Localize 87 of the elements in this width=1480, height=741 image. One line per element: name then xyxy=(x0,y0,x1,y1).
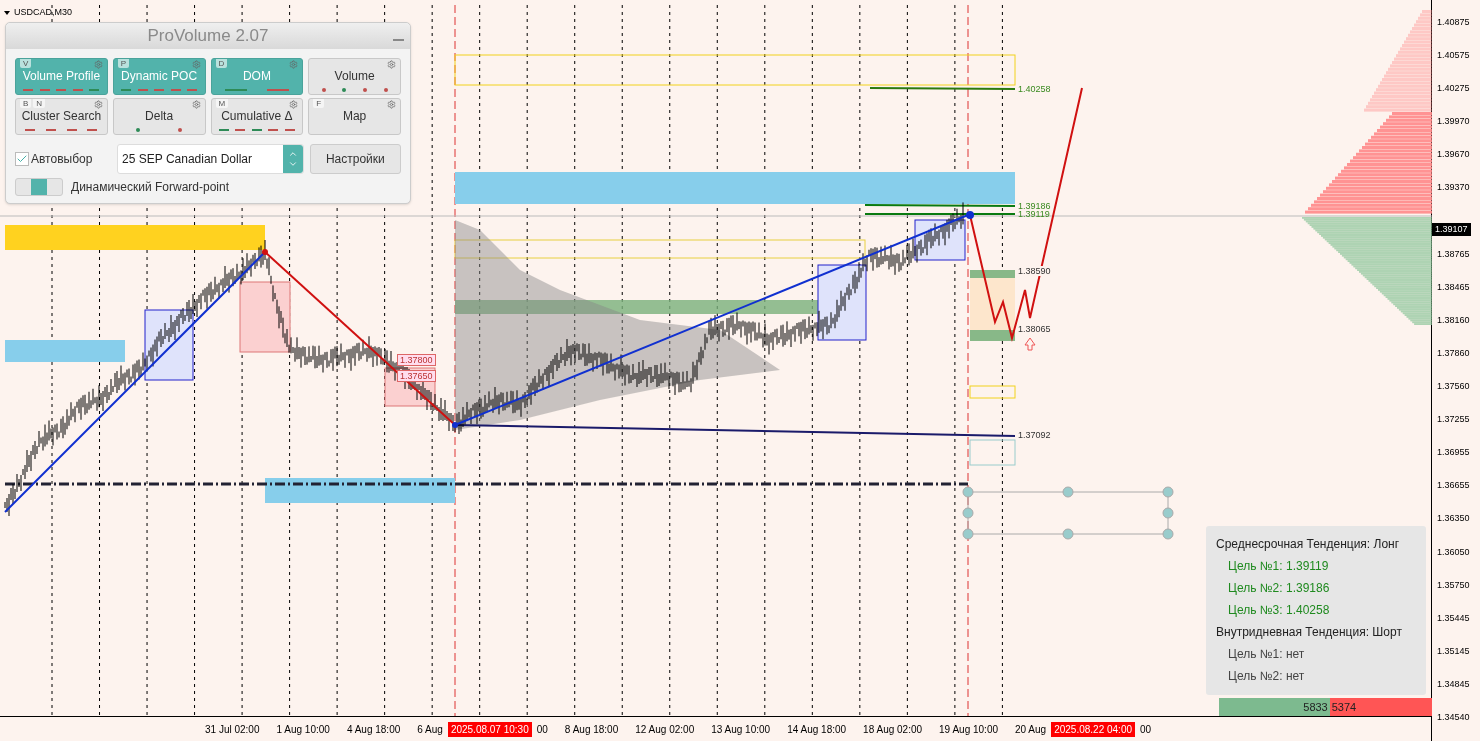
price-tick-label: 1.37560 xyxy=(1436,380,1471,394)
settings-icon xyxy=(289,100,299,109)
price-tick-label: 1.39370 xyxy=(1436,181,1471,195)
price-tick-label: 1.38160 xyxy=(1436,313,1471,327)
price-tick-label: 1.36955 xyxy=(1436,446,1471,460)
price-level-label: 1.40258 xyxy=(1018,84,1051,94)
indicator-toggle-button[interactable]: Volume xyxy=(308,58,401,95)
time-label: 8 Aug 18:00 xyxy=(564,722,619,737)
price-tick-label: 1.40875 xyxy=(1436,16,1471,29)
time-label: 14 Aug 18:00 xyxy=(787,722,847,737)
price-tick-label: 1.35750 xyxy=(1436,578,1471,592)
target-line: Цель №1: нет xyxy=(1227,646,1306,663)
price-tick-label: 1.37255 xyxy=(1436,413,1471,427)
settings-icon xyxy=(93,60,103,69)
price-tick-label: 1.40575 xyxy=(1436,49,1471,63)
settings-icon xyxy=(93,100,103,109)
target-line: Цель №1: 1.39119 xyxy=(1227,558,1330,575)
price-tick-label: 1.36350 xyxy=(1436,512,1471,526)
price-level-label: 1.37650 xyxy=(397,370,436,382)
settings-icon xyxy=(289,60,299,69)
hotkey-tag: N xyxy=(33,99,46,108)
time-label: 00 xyxy=(1140,722,1152,737)
trend-heading: Внутридневная Тенденция: Шорт xyxy=(1216,624,1403,641)
indicator-toggle-button[interactable]: M Cumulative Δ xyxy=(210,98,304,135)
time-label: 4 Aug 18:00 xyxy=(346,722,401,737)
price-tick-label: 1.35445 xyxy=(1436,611,1471,625)
settings-icon xyxy=(191,60,201,69)
target-line: Цель №2: 1.39186 xyxy=(1227,580,1331,597)
dropdown-arrow-icon xyxy=(4,10,10,15)
settings-icon xyxy=(387,100,396,109)
checkbox-label: Автовыбор xyxy=(31,151,93,168)
toggle-label: Динамический Forward-point xyxy=(71,179,230,196)
hotkey-tag: P xyxy=(117,59,130,68)
time-label: 6 Aug xyxy=(417,722,443,737)
symbol-label: USDCAD,M30 xyxy=(14,6,72,19)
target-line: Цель №3: 1.40258 xyxy=(1227,602,1331,619)
indicator-toggle-button[interactable]: D DOM xyxy=(210,58,304,95)
spinner-icon[interactable] xyxy=(282,145,303,173)
price-tick-label: 1.39970 xyxy=(1436,115,1471,129)
panel-title: ProVolume 2.07 xyxy=(147,25,269,48)
settings-icon xyxy=(191,100,201,109)
hotkey-tag: M xyxy=(215,99,229,108)
hotkey-tag: V xyxy=(20,59,32,68)
indicator-toggle-button[interactable]: B N Cluster Search xyxy=(15,98,108,135)
price-level-label: 1.38065 xyxy=(1018,324,1051,334)
price-tick-label: 1.38765 xyxy=(1436,247,1471,261)
price-level-label: 1.39119 xyxy=(1018,209,1050,219)
instrument-select[interactable]: 25 SEP Canadian Dollar xyxy=(117,144,304,174)
indicator-toggle-button[interactable]: V Volume Profile xyxy=(15,58,108,95)
price-tick-label: 1.39670 xyxy=(1436,148,1471,162)
toggle-switch[interactable] xyxy=(15,178,63,196)
price-tick-label: 1.37860 xyxy=(1436,346,1471,360)
autoselect-checkbox[interactable] xyxy=(15,152,29,166)
time-marker: 2025.08.22 04:00 xyxy=(1051,721,1136,737)
time-label: 1 Aug 10:00 xyxy=(276,722,330,737)
time-label: 19 Aug 10:00 xyxy=(939,722,998,737)
sell-volume: 5374 xyxy=(1330,699,1357,715)
price-level-label: 1.37800 xyxy=(397,354,436,366)
current-price-label: 1.39107 xyxy=(1432,222,1471,236)
buy-volume: 5833 xyxy=(1303,699,1329,715)
price-level-label: 1.38590 xyxy=(1018,266,1051,276)
time-label: 31 Jul 02:00 xyxy=(205,722,260,737)
price-level-label: 1.39186 xyxy=(1018,201,1051,211)
time-label: 18 Aug 02:00 xyxy=(863,722,923,737)
hotkey-tag: B xyxy=(20,99,32,108)
time-label: 20 Aug xyxy=(1015,722,1047,737)
time-label: 12 Aug 02:00 xyxy=(635,722,695,737)
price-tick-label: 1.38465 xyxy=(1436,280,1471,294)
price-tick-label: 1.35145 xyxy=(1436,644,1471,658)
settings-icon xyxy=(387,60,396,69)
time-marker: 2025.08.07 10:30 xyxy=(447,721,532,737)
indicator-toggle-button[interactable]: F Map xyxy=(308,98,401,135)
price-tick-label: 1.34845 xyxy=(1436,677,1471,691)
hotkey-tag: F xyxy=(313,99,325,108)
trend-heading: Среднесрочная Тенденция: Лонг xyxy=(1216,536,1401,553)
settings-button[interactable]: Настройки xyxy=(309,144,401,174)
hotkey-tag: D xyxy=(215,59,228,68)
time-label: 13 Aug 10:00 xyxy=(711,722,771,737)
price-tick-label: 1.36050 xyxy=(1436,545,1471,559)
price-level-label: 1.37092 xyxy=(1018,430,1051,440)
price-tick-label: 1.40275 xyxy=(1436,82,1471,96)
indicator-toggle-button[interactable]: Delta xyxy=(112,98,206,135)
time-label: 00 xyxy=(536,722,548,737)
target-line: Цель №2: нет xyxy=(1227,668,1306,685)
price-tick-label: 1.36655 xyxy=(1436,479,1471,493)
indicator-toggle-button[interactable]: P Dynamic POC xyxy=(112,58,206,95)
price-tick-label: 1.34540 xyxy=(1436,710,1471,724)
